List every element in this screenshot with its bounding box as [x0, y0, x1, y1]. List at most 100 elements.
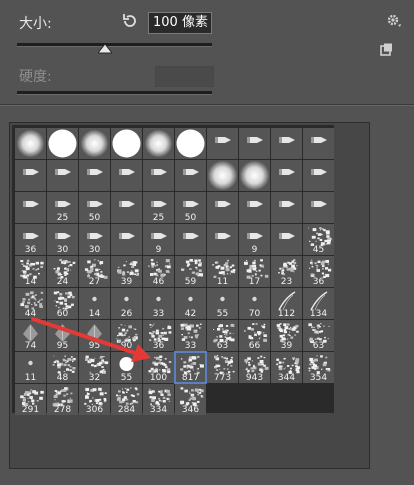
brush-preset[interactable]: 943	[239, 352, 270, 383]
brush-preset[interactable]: 46	[143, 256, 174, 287]
brush-preset[interactable]: 50	[79, 192, 110, 223]
brush-preset[interactable]	[175, 224, 206, 255]
size-label: 大小:	[19, 16, 52, 32]
brush-preset[interactable]: 33	[175, 320, 206, 351]
brush-preset[interactable]: 284	[111, 384, 142, 415]
brush-size-label: 45	[312, 245, 325, 255]
hardness-slider-track[interactable]	[17, 91, 212, 95]
brush-preset[interactable]	[271, 160, 302, 191]
brush-preset[interactable]	[175, 160, 206, 191]
brush-preset[interactable]: 25	[47, 192, 78, 223]
brush-preset[interactable]: 55	[207, 288, 238, 319]
brush-preset[interactable]: 24	[47, 256, 78, 287]
brush-preset[interactable]: 36	[303, 256, 334, 287]
size-input[interactable]: 100 像素	[148, 12, 212, 34]
brush-size-label: 334	[149, 405, 168, 415]
brush-preset[interactable]: 14	[15, 256, 46, 287]
brush-tip-icon	[207, 160, 238, 191]
brush-size-label: 14	[24, 277, 37, 287]
brush-tip-icon	[23, 169, 39, 175]
brush-preset[interactable]: 59	[175, 256, 206, 287]
brush-size-label: 30	[88, 245, 101, 255]
brush-preset[interactable]: 25	[143, 192, 174, 223]
brush-preset[interactable]	[239, 192, 270, 223]
brush-preset[interactable]	[111, 224, 142, 255]
brush-preset[interactable]	[207, 224, 238, 255]
brush-preset[interactable]: 36	[15, 224, 46, 255]
brush-tip-icon	[87, 169, 103, 175]
brush-size-label: 278	[53, 405, 72, 415]
brush-preset[interactable]: 344	[271, 352, 302, 383]
brush-preset[interactable]	[207, 128, 238, 159]
brush-preset[interactable]	[111, 160, 142, 191]
size-slider-track[interactable]	[17, 43, 212, 47]
brush-size-label: 23	[280, 277, 293, 287]
brush-preset[interactable]: 27	[79, 256, 110, 287]
brush-size-label: 134	[309, 309, 328, 319]
brush-preset[interactable]	[15, 160, 46, 191]
brush-preset[interactable]	[271, 192, 302, 223]
brush-preset[interactable]	[303, 160, 334, 191]
brush-preset[interactable]: 63	[303, 320, 334, 351]
brush-preset[interactable]: 50	[175, 192, 206, 223]
brush-preset[interactable]	[111, 192, 142, 223]
brush-tip-icon	[311, 169, 327, 175]
brush-preset[interactable]: 39	[111, 256, 142, 287]
brush-preset[interactable]	[143, 160, 174, 191]
brush-preset[interactable]: 9	[143, 224, 174, 255]
brush-tip-icon	[144, 129, 173, 158]
brush-preset[interactable]: 39	[271, 320, 302, 351]
brush-preset[interactable]	[271, 128, 302, 159]
reset-icon[interactable]	[121, 12, 139, 30]
brush-preset[interactable]: 45	[303, 224, 334, 255]
brush-preset[interactable]	[239, 160, 270, 191]
brush-preset[interactable]: 346	[175, 384, 206, 415]
brush-preset[interactable]: 291	[15, 384, 46, 415]
hardness-input[interactable]	[155, 66, 214, 87]
brush-size-label: 817	[181, 373, 200, 383]
brush-preset[interactable]	[303, 128, 334, 159]
brush-preset[interactable]	[47, 160, 78, 191]
brush-preset[interactable]	[239, 128, 270, 159]
brush-preset[interactable]: 70	[239, 288, 270, 319]
brush-size-label: 39	[120, 277, 133, 287]
brush-preset[interactable]	[175, 128, 206, 159]
brush-preset[interactable]: 11	[207, 256, 238, 287]
brush-preset[interactable]	[207, 160, 238, 191]
brush-size-label: 59	[184, 277, 197, 287]
brush-preset[interactable]: 17	[239, 256, 270, 287]
annotation-arrow	[31, 317, 151, 362]
brush-preset[interactable]: 278	[47, 384, 78, 415]
brush-size-label: 773	[213, 373, 232, 383]
brush-preset[interactable]: 306	[79, 384, 110, 415]
brush-preset[interactable]	[79, 128, 110, 159]
brush-preset[interactable]	[143, 128, 174, 159]
brush-preset[interactable]	[111, 128, 142, 159]
brush-preset[interactable]: 817	[174, 351, 207, 384]
brush-preset[interactable]: 30	[47, 224, 78, 255]
brush-preset[interactable]: 112	[271, 288, 302, 319]
brush-preset[interactable]: 63	[207, 320, 238, 351]
brush-preset[interactable]: 354	[303, 352, 334, 383]
brush-tip-icon	[112, 129, 141, 158]
brush-size-label: 100	[149, 373, 168, 383]
size-slider-thumb[interactable]	[97, 44, 112, 54]
brush-preset[interactable]: 9	[239, 224, 270, 255]
brush-preset[interactable]	[303, 192, 334, 223]
brush-preset[interactable]	[79, 160, 110, 191]
brush-preset[interactable]: 773	[207, 352, 238, 383]
brush-preset[interactable]	[15, 128, 46, 159]
brush-preset[interactable]: 66	[239, 320, 270, 351]
brush-preset[interactable]	[15, 192, 46, 223]
brush-preset[interactable]: 334	[143, 384, 174, 415]
brush-preset[interactable]	[47, 128, 78, 159]
brush-preset[interactable]	[271, 224, 302, 255]
brush-preset[interactable]: 134	[303, 288, 334, 319]
gear-icon[interactable]	[386, 12, 402, 28]
new-preset-icon[interactable]	[380, 43, 393, 56]
brush-preset[interactable]	[207, 192, 238, 223]
brush-tip-icon	[311, 137, 327, 143]
brush-preset[interactable]: 42	[175, 288, 206, 319]
brush-preset[interactable]: 30	[79, 224, 110, 255]
brush-preset[interactable]: 23	[271, 256, 302, 287]
